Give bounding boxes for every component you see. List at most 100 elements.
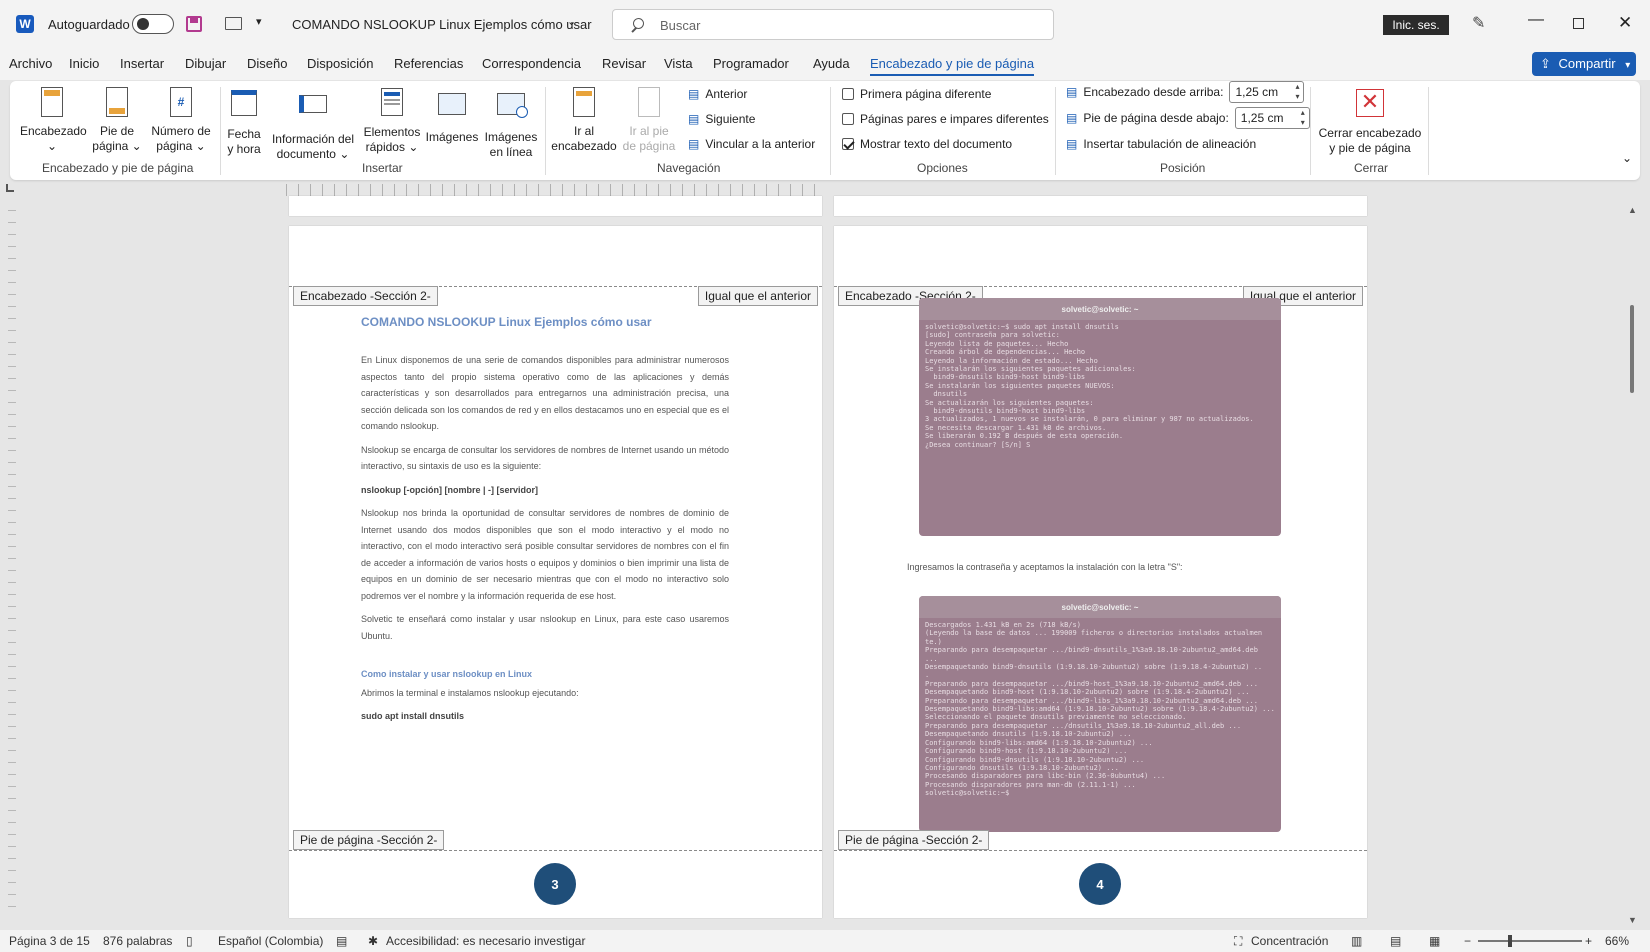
sign-in-button[interactable]: Inic. ses. [1383,15,1449,35]
tab-diseno[interactable]: Diseño [247,56,287,71]
previous-button[interactable]: ▤ Anterior [688,87,747,101]
header-button[interactable]: Encabezado ⌄ [20,87,87,154]
accessibility-icon[interactable]: ✱ [368,934,378,948]
go-to-header-button[interactable]: Ir al encabezado [550,87,618,154]
close-header-footer-button[interactable]: ✕ Cerrar encabezado y pie de página [1318,87,1422,156]
checkbox[interactable] [842,113,854,125]
pen-icon[interactable]: ✎ [1472,13,1485,33]
terminal-screenshot-1[interactable]: solvetic@solvetic: ~ solvetic@solvetic:~… [919,298,1281,536]
footer-boundary [289,850,822,851]
focus-mode[interactable]: Concentración [1251,934,1328,948]
paragraph: Nslookup nos brinda la oportunidad de co… [361,508,729,601]
document-title[interactable]: COMANDO NSLOOKUP Linux Ejemplos cómo usa… [292,17,592,32]
language[interactable]: Español (Colombia) [218,934,323,948]
link-to-previous-button[interactable]: ▤ Vincular a la anterior [688,137,815,151]
proofing-book-icon[interactable]: ▯ [186,934,193,948]
terminal-titlebar: solvetic@solvetic: ~ [919,596,1281,618]
header-from-top-input[interactable]: 1,25 cm [1229,81,1305,103]
tab-archivo[interactable]: Archivo [9,56,52,71]
horizontal-ruler[interactable] [286,184,822,196]
go-to-footer-button[interactable]: Ir al pie de página [620,87,678,154]
tab-insertar[interactable]: Insertar [120,56,164,71]
zoom-level[interactable]: 66% [1605,934,1629,948]
zoom-out-icon[interactable]: − [1464,934,1471,948]
zoom-slider[interactable] [1478,935,1582,947]
page-number-badge: 4 [1079,863,1121,905]
go-to-footer-icon [634,87,664,119]
paragraph: Nslookup se encarga de consultar los ser… [361,444,729,472]
share-button[interactable]: ⇪ Compartir ▾ [1532,52,1636,76]
tab-revisar[interactable]: Revisar [602,56,646,71]
status-bar: Página 3 de 15 876 palabras ▯ Español (C… [0,930,1650,952]
read-mode-icon[interactable]: ▥ [1351,934,1362,948]
page-number-button[interactable]: # Número de página ⌄ [148,87,214,154]
tab-correspondencia[interactable]: Correspondencia [482,56,581,71]
vertical-scrollbar[interactable]: ▲ ▼ [1626,205,1638,925]
tab-programador[interactable]: Programador [713,56,789,71]
document-body[interactable]: COMANDO NSLOOKUP Linux Ejemplos cómo usa… [361,314,729,732]
previous-icon: ▤ [688,87,700,101]
tab-ayuda[interactable]: Ayuda [813,56,850,71]
pictures-button[interactable]: Imágenes [424,87,480,145]
menu-bar: Archivo Inicio Insertar Dibujar Diseño D… [0,50,1650,80]
quick-access-dropdown-icon[interactable]: ▾ [256,15,262,28]
footer-from-bottom-input[interactable]: 1,25 cm [1234,107,1310,129]
tab-inicio[interactable]: Inicio [69,56,99,71]
group-separator [830,87,831,175]
ribbon-collapse-chevron-icon[interactable]: ⌄ [1622,151,1632,165]
checkbox-checked[interactable] [842,138,854,150]
scroll-thumb[interactable] [1630,305,1634,393]
title-bar: W Autoguardado ▾ COMANDO NSLOOKUP Linux … [0,0,1650,50]
tab-disposicion[interactable]: Disposición [307,56,373,71]
close-header-footer-icon: ✕ [1355,89,1385,121]
option-odd-even-different[interactable]: Páginas pares e impares diferentes [842,112,1049,126]
autosave-label: Autoguardado [48,17,130,32]
checkbox[interactable] [842,88,854,100]
close-icon[interactable]: ✕ [1618,13,1632,33]
title-chevron-down-icon[interactable]: ⌄ [567,15,576,28]
quick-parts-button[interactable]: Elementos rápidos ⌄ [362,87,422,155]
tab-encabezado-pie[interactable]: Encabezado y pie de página [870,56,1035,76]
share-icon: ⇪ [1540,56,1551,71]
insert-alignment-tab-button[interactable]: ▤ Insertar tabulación de alineación [1066,137,1256,151]
web-layout-icon[interactable]: ▦ [1429,934,1440,948]
header-position-icon: ▤ [1066,85,1078,99]
tab-referencias[interactable]: Referencias [394,56,463,71]
subheading: Como instalar y usar nslookup en Linux [361,669,533,679]
tab-dibujar[interactable]: Dibujar [185,56,226,71]
maximize-icon[interactable] [1573,18,1584,29]
tab-vista[interactable]: Vista [664,56,693,71]
accessibility-status[interactable]: Accesibilidad: es necesario investigar [386,934,585,948]
header-section-tag: Encabezado -Sección 2- [293,286,438,306]
group-label-close: Cerrar [1354,161,1389,175]
footer-button[interactable]: Pie de página ⌄ [92,87,142,154]
date-time-button[interactable]: Fecha y hora [224,87,264,157]
document-info-button[interactable]: Información del documento ⌄ [268,87,358,162]
group-label-position: Posición [1160,161,1206,175]
present-icon[interactable] [225,17,242,30]
option-show-document-text[interactable]: Mostrar texto del documento [842,137,1012,151]
zoom-in-icon[interactable]: + [1585,934,1592,948]
page-count[interactable]: Página 3 de 15 [9,934,90,948]
page-3: Encabezado -Sección 2- Igual que el ante… [289,226,822,918]
group-label-insert: Insertar [362,161,403,175]
text-predictions-icon[interactable]: ▤ [336,934,347,948]
word-count[interactable]: 876 palabras [103,934,172,948]
vertical-ruler[interactable] [8,210,16,910]
search-box[interactable]: Buscar [612,9,1054,40]
autosave-toggle[interactable] [132,14,174,34]
next-button[interactable]: ▤ Siguiente [688,112,755,126]
online-pictures-icon [496,93,528,125]
terminal-screenshot-2[interactable]: solvetic@solvetic: ~ Descargados 1.431 k… [919,596,1281,832]
minimize-icon[interactable]: — [1528,11,1544,29]
scroll-up-icon[interactable]: ▲ [1628,205,1637,215]
save-icon[interactable] [186,16,202,32]
online-pictures-button[interactable]: Imágenes en línea [482,87,540,160]
scroll-down-icon[interactable]: ▼ [1628,915,1637,925]
zoom-slider-thumb[interactable] [1508,935,1512,947]
print-layout-icon[interactable]: ▤ [1390,934,1401,948]
chevron-down-icon: ⌄ [46,139,58,153]
focus-icon[interactable]: ⛶ [1234,934,1242,949]
pictures-icon [437,93,467,125]
option-first-page-different[interactable]: Primera página diferente [842,87,991,101]
